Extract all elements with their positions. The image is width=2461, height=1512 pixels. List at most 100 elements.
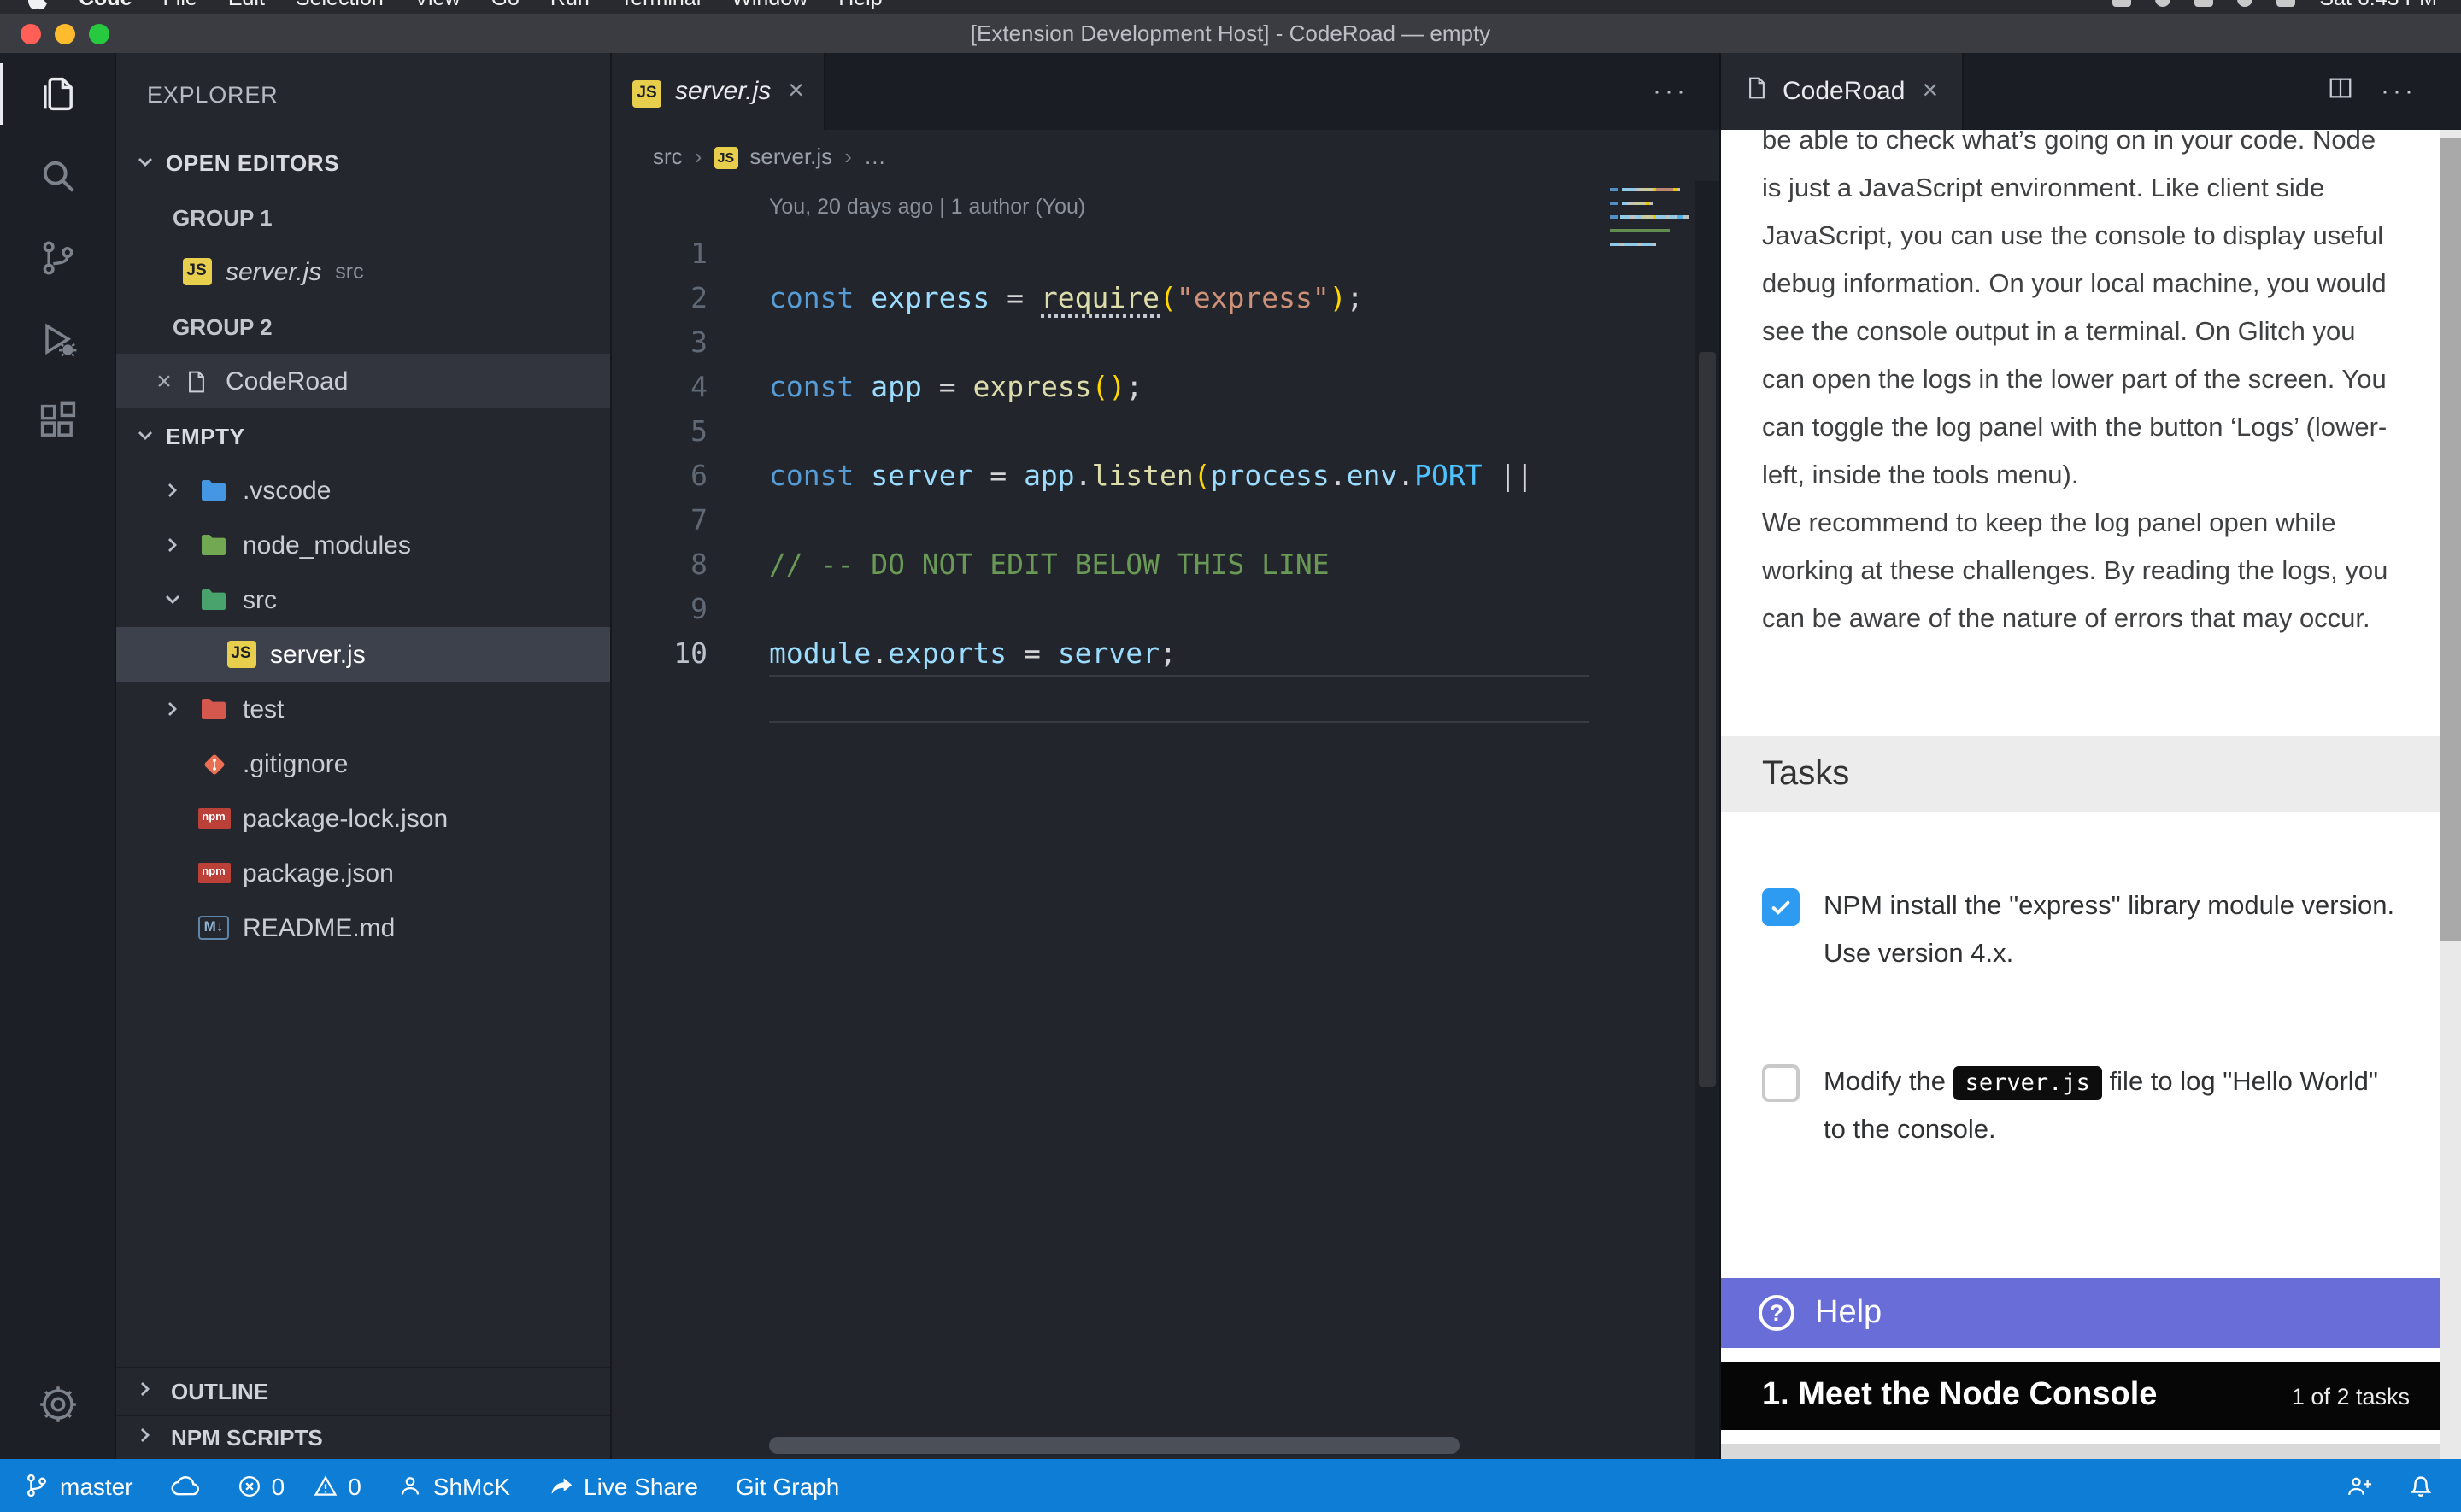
warning-count: 0 bbox=[348, 1472, 361, 1499]
menu-item-help[interactable]: Help bbox=[838, 0, 882, 10]
extensions-icon bbox=[35, 400, 79, 444]
menu-items: Code File Edit Selection View Go Run Terminal Wi… bbox=[79, 0, 883, 10]
codelens[interactable]: You, 20 days ago | 1 author (You) bbox=[769, 188, 1719, 226]
menu-item-edit[interactable]: Edit bbox=[228, 0, 265, 10]
git-graph-status[interactable]: Git Graph bbox=[736, 1472, 839, 1499]
open-editor-server-js[interactable]: JSserver.jssrc bbox=[116, 244, 610, 299]
tree-item-src[interactable]: src bbox=[116, 572, 610, 627]
tree-item-package-lock-json[interactable]: npmpackage-lock.json bbox=[116, 791, 610, 846]
share-icon bbox=[548, 1474, 573, 1497]
folder-test-icon bbox=[198, 697, 229, 721]
live-share-label: Live Share bbox=[584, 1472, 698, 1499]
editor-horizontal-scrollbar[interactable] bbox=[769, 1437, 1460, 1454]
tree-item-label: .vscode bbox=[243, 476, 331, 505]
tree-item-readme-md[interactable]: M↓README.md bbox=[116, 900, 610, 955]
activity-extensions[interactable] bbox=[0, 381, 115, 463]
activity-explorer[interactable] bbox=[0, 53, 115, 135]
split-editor-icon[interactable] bbox=[2328, 74, 2353, 108]
task-checkbox-checked[interactable] bbox=[1762, 888, 1800, 926]
cloud-sync-icon bbox=[171, 1474, 200, 1497]
menu-item-go[interactable]: Go bbox=[491, 0, 520, 10]
scrollbar-thumb[interactable] bbox=[2440, 138, 2461, 941]
menu-item-terminal[interactable]: Terminal bbox=[620, 0, 702, 10]
section-npm-scripts[interactable]: NPM SCRIPTS bbox=[116, 1415, 610, 1459]
code-line-6 bbox=[769, 499, 1589, 543]
lesson-footer[interactable]: 1. Meet the Node Console 1 of 2 tasks bbox=[1721, 1362, 2440, 1430]
menubar-clock[interactable]: Sat 6:43 PM bbox=[2319, 0, 2437, 10]
menubar-status-icon[interactable] bbox=[2237, 0, 2252, 6]
tree-item-test[interactable]: test bbox=[116, 682, 610, 736]
tree-item-package-json[interactable]: npmpackage.json bbox=[116, 846, 610, 900]
menu-item-file[interactable]: File bbox=[163, 0, 197, 10]
breadcrumb-file[interactable]: server.js bbox=[749, 143, 832, 168]
more-actions-icon[interactable]: ··· bbox=[2381, 77, 2417, 106]
tasks-header: Tasks bbox=[1721, 736, 2440, 812]
close-tab-icon[interactable]: × bbox=[788, 76, 804, 107]
activity-settings-gear[interactable] bbox=[0, 1370, 115, 1439]
apple-menu-icon[interactable] bbox=[27, 0, 48, 10]
breadcrumb-src[interactable]: src bbox=[653, 143, 683, 168]
task-checkbox-unchecked[interactable] bbox=[1762, 1064, 1800, 1102]
close-tab-icon[interactable]: × bbox=[1922, 76, 1938, 107]
tree-item-gitignore[interactable]: .gitignore bbox=[116, 736, 610, 791]
tab-coderoad[interactable]: CodeRoad × bbox=[1721, 53, 1964, 130]
help-section[interactable]: ? Help bbox=[1721, 1278, 2440, 1348]
tree-item-node-modules[interactable]: node_modules bbox=[116, 518, 610, 572]
account-status[interactable]: ShMcK bbox=[399, 1472, 510, 1499]
open-editors-header[interactable]: OPEN EDITORS bbox=[116, 135, 610, 190]
close-editor-icon[interactable]: × bbox=[147, 366, 181, 396]
tree-root-empty[interactable]: EMPTY bbox=[116, 408, 610, 463]
tutorial-paragraph: We recommend to keep the log panel open … bbox=[1762, 501, 2399, 644]
menubar-status-icon[interactable] bbox=[2194, 0, 2213, 6]
tree-item-label: package.json bbox=[243, 859, 394, 888]
menu-item-view[interactable]: View bbox=[414, 0, 461, 10]
editor-vertical-scrollbar[interactable] bbox=[1695, 181, 1719, 1459]
panel-bottom-strip bbox=[1721, 1430, 2440, 1459]
menubar-status-icon[interactable] bbox=[2155, 0, 2170, 6]
git-icon bbox=[198, 751, 229, 777]
publish-changes-button[interactable] bbox=[171, 1474, 200, 1497]
notifications-bell-icon[interactable] bbox=[2408, 1473, 2434, 1498]
section-label: EMPTY bbox=[166, 423, 245, 448]
editor-group-label: GROUP 2 bbox=[116, 299, 610, 354]
file-icon bbox=[1745, 74, 1769, 108]
section-outline[interactable]: OUTLINE bbox=[116, 1367, 610, 1415]
webview-scrollbar[interactable] bbox=[2440, 53, 2461, 1459]
menu-item-code[interactable]: Code bbox=[79, 0, 132, 10]
tab-server-js[interactable]: JS server.js × bbox=[612, 53, 826, 130]
macos-menu-bar: Code File Edit Selection View Go Run Terminal Wi… bbox=[0, 0, 2461, 14]
menu-item-run[interactable]: Run bbox=[550, 0, 590, 10]
status-bar: master 0 0 ShMcK Live Share Git Grap bbox=[0, 1459, 2461, 1512]
scrollbar-thumb[interactable] bbox=[1699, 352, 1716, 1087]
editor-label: CodeRoad bbox=[226, 366, 348, 396]
tree-item-vscode[interactable]: .vscode bbox=[116, 463, 610, 518]
run-debug-icon bbox=[35, 318, 79, 362]
git-branch-status[interactable]: master bbox=[24, 1472, 133, 1499]
activity-search[interactable] bbox=[0, 135, 115, 217]
minimap[interactable] bbox=[1610, 188, 1689, 256]
problems-status[interactable]: 0 0 bbox=[238, 1472, 361, 1499]
menu-item-selection[interactable]: Selection bbox=[296, 0, 384, 10]
activity-run-debug[interactable] bbox=[0, 299, 115, 381]
explorer-list: OPEN EDITORSGROUP 1JSserver.jssrcGROUP 2… bbox=[116, 135, 610, 955]
code-line-9: module.exports = server; bbox=[769, 632, 1589, 677]
code-editor[interactable]: You, 20 days ago | 1 author (You) 123456… bbox=[612, 181, 1719, 1459]
code-line-7: // -- DO NOT EDIT BELOW THIS LINE bbox=[769, 543, 1589, 588]
more-actions-icon[interactable]: ··· bbox=[1653, 77, 1719, 106]
menubar-status-icon[interactable] bbox=[2276, 0, 2295, 6]
tab-label: server.js bbox=[675, 77, 771, 106]
tree-item-server-js[interactable]: JSserver.js bbox=[116, 627, 610, 682]
menu-item-window[interactable]: Window bbox=[731, 0, 808, 10]
menubar-status-icon[interactable] bbox=[2112, 0, 2131, 6]
activity-source-control[interactable] bbox=[0, 217, 115, 299]
breadcrumb-more[interactable]: … bbox=[864, 143, 886, 168]
code-line-8 bbox=[769, 588, 1589, 632]
open-editor-coderoad[interactable]: × CodeRoad bbox=[116, 354, 610, 408]
editor-group-label: GROUP 1 bbox=[116, 190, 610, 244]
task-list: NPM install the "express" library module… bbox=[1721, 883, 2440, 1155]
live-share-contacts-icon[interactable] bbox=[2345, 1474, 2374, 1497]
folder-node-icon bbox=[198, 533, 229, 557]
live-share-status[interactable]: Live Share bbox=[548, 1472, 698, 1499]
line-numbers: 12345678910 bbox=[612, 232, 708, 677]
explorer-sidebar: EXPLORER OPEN EDITORSGROUP 1JSserver.jss… bbox=[116, 53, 612, 1459]
